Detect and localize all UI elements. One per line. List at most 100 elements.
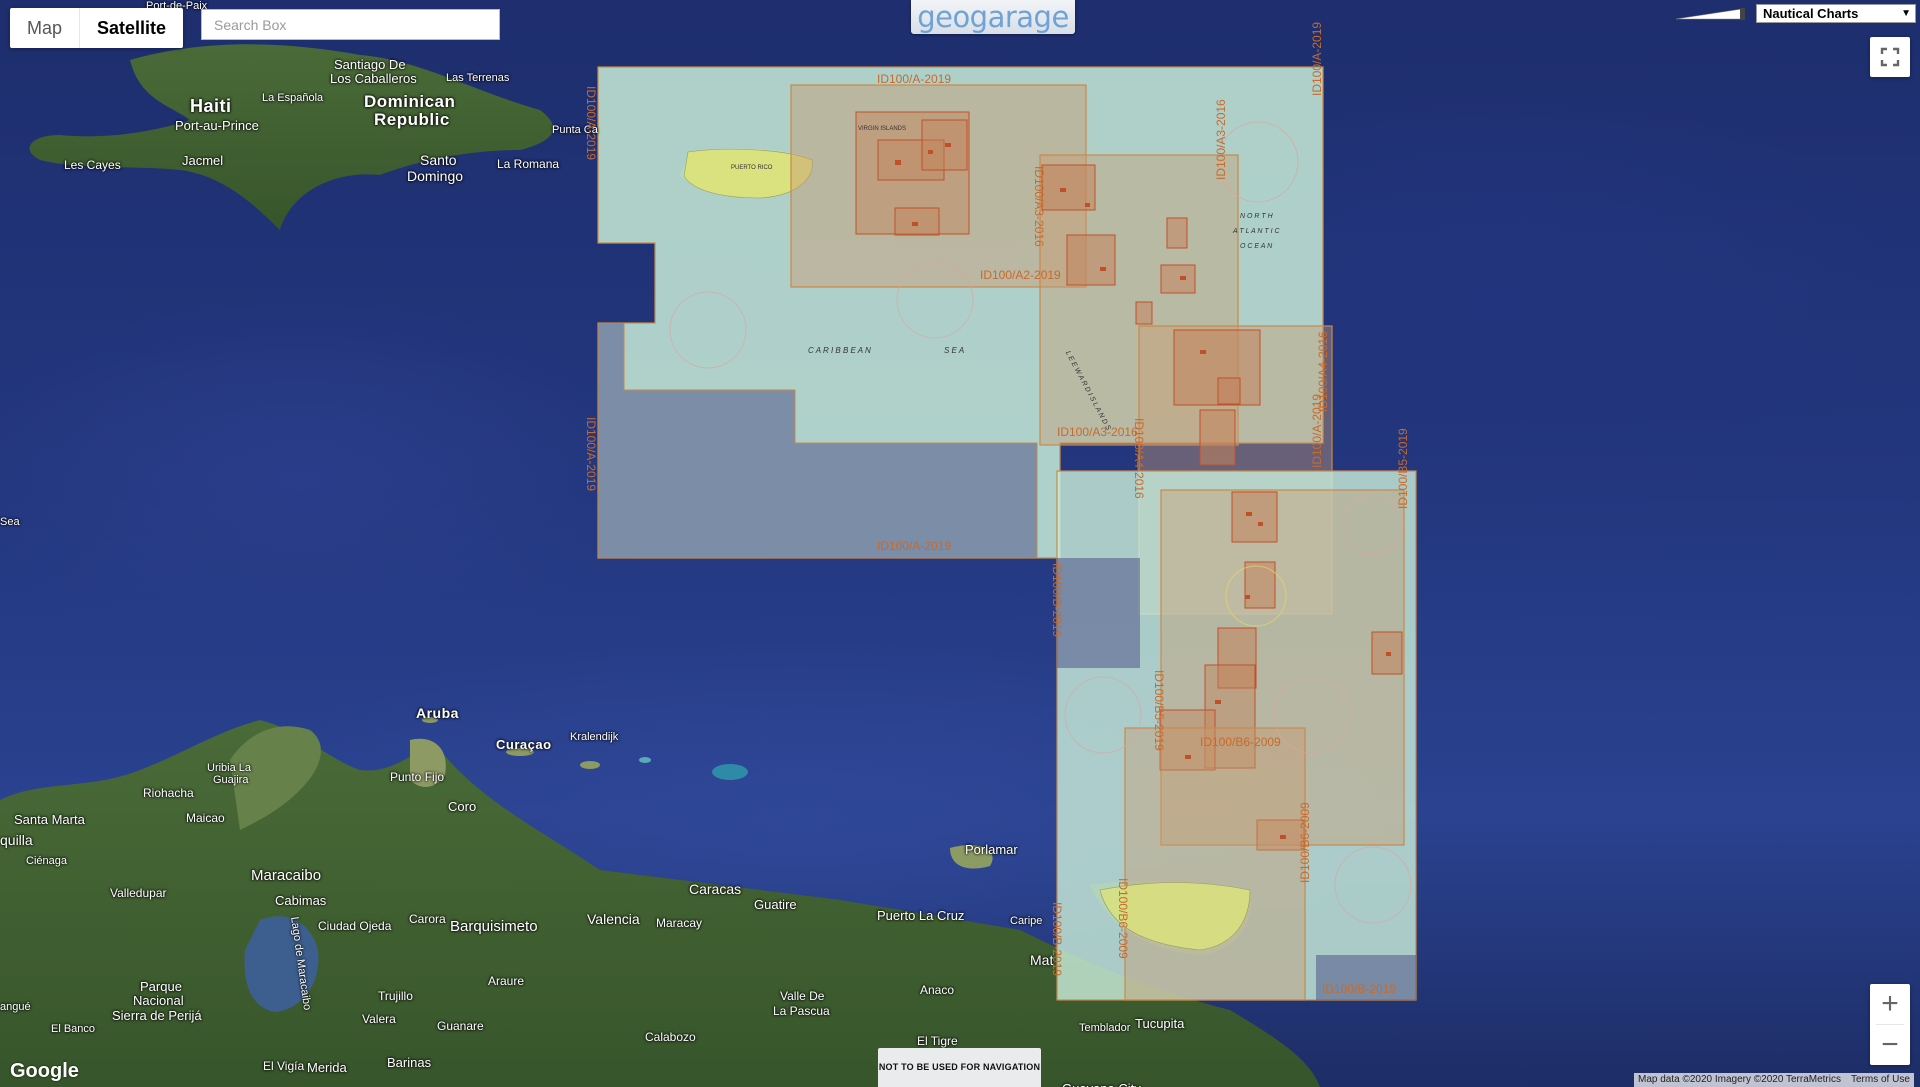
chart-id-label: ID100/A3-2016: [1214, 99, 1228, 180]
place-label: Las Terrenas: [446, 72, 510, 84]
place-label: El Vigía: [263, 1059, 305, 1073]
place-label: Kralendijk: [570, 731, 619, 743]
place-label: Anaco: [920, 983, 955, 997]
place-label: Porlamar: [965, 842, 1018, 857]
chart-id-label: ID100/B6-2009: [1116, 878, 1130, 959]
place-label: quilla: [0, 832, 33, 848]
attribution-data: Map data ©2020 Imagery ©2020 TerraMetric…: [1638, 1074, 1841, 1085]
place-label: Valle De: [780, 989, 825, 1003]
place-label: Riohacha: [143, 786, 194, 800]
place-label: Cabimas: [275, 893, 327, 908]
place-label: Calabozo: [645, 1030, 696, 1044]
place-label: Los Caballeros: [330, 71, 417, 86]
chart-layer-selected: Nautical Charts: [1763, 6, 1859, 21]
chart-text-north: N O R T H: [1240, 213, 1273, 220]
google-logo: Google: [10, 1060, 79, 1082]
chart-id-label: ID100/A-2019: [1310, 393, 1324, 468]
place-label: Trujillo: [378, 989, 413, 1003]
chart-text-puerto-rico: PUERTO RICO: [731, 165, 773, 171]
place-label: Dominican: [364, 92, 456, 111]
place-label: Punto Fijo: [390, 770, 445, 784]
chart-id-label: ID100/A-2019: [1310, 21, 1324, 96]
terms-of-use-link[interactable]: Terms of Use: [1851, 1073, 1910, 1087]
chart-text-virgin: VIRGIN ISLANDS: [858, 126, 907, 132]
place-label: Parque: [140, 979, 182, 994]
place-label: Ciudad Ojeda: [318, 919, 392, 933]
place-label: Caripe: [1010, 915, 1043, 927]
chart-id-label: ID100/B-2019: [1322, 982, 1397, 996]
place-label: Santiago De: [334, 57, 406, 72]
place-label: Coro: [448, 799, 477, 814]
place-label: Temblador: [1079, 1022, 1131, 1034]
place-label: Jacmel: [182, 153, 224, 168]
place-label: Haiti: [190, 96, 232, 116]
place-label: Maracay: [656, 916, 703, 930]
chart-id-label: ID100/A4-2016: [1132, 418, 1146, 499]
place-label: Domingo: [407, 168, 464, 184]
map-canvas[interactable]: Haiti Port-au-Prince Dominican Republic Sant…: [0, 0, 1920, 1087]
navigation-warning: NOT TO BE USED FOR NAVIGATION: [878, 1048, 1041, 1087]
chart-id-label: ID100/A2-2019: [980, 268, 1061, 282]
chart-id-label: ID100/A-2019: [877, 539, 952, 553]
place-label: Ciénaga: [26, 855, 67, 867]
place-label: Araure: [488, 974, 525, 988]
place-label: Sea: [0, 516, 20, 528]
place-label: Barquisimeto: [450, 918, 538, 935]
place-label: Sierra de Perijá: [112, 1008, 202, 1023]
place-label: Caracas: [689, 881, 742, 897]
chart-text-sea: S E A: [944, 346, 965, 355]
place-label: Nacional: [133, 993, 184, 1008]
place-label: Uribia La: [207, 762, 252, 774]
zoom-control: + −: [1870, 984, 1910, 1065]
place-label: Les Cayes: [64, 158, 121, 172]
map-type-control: Map Satellite: [10, 8, 184, 48]
place-label: Valledupar: [110, 886, 167, 900]
place-label: Valera: [362, 1012, 396, 1026]
zoom-in-button[interactable]: +: [1870, 984, 1910, 1024]
place-label: angué: [0, 1001, 31, 1013]
chart-layer-select[interactable]: Nautical Charts ▼: [1756, 4, 1916, 23]
geogarage-logo: geogarage: [911, 0, 1075, 34]
chart-id-label: ID100/B-2019: [1050, 902, 1064, 977]
place-label: Guatire: [754, 897, 797, 912]
chevron-down-icon: ▼: [1901, 8, 1911, 19]
place-label: Puerto La Cruz: [877, 908, 965, 923]
chart-id-label: ID100/B6-2009: [1200, 735, 1281, 749]
place-label: Tucupita: [1135, 1016, 1185, 1031]
fullscreen-icon: [1880, 47, 1900, 67]
chart-id-label: ID100/A-2019: [877, 72, 952, 86]
place-label: Republic: [374, 110, 450, 129]
chart-id-label: ID100/A-2019: [584, 86, 598, 161]
place-label: Aruba: [416, 705, 459, 721]
chart-area-b6: [1124, 727, 1306, 1001]
map-type-satellite-button[interactable]: Satellite: [79, 8, 183, 48]
place-label: Valencia: [587, 911, 640, 927]
search-input[interactable]: [201, 9, 500, 40]
zoom-out-button[interactable]: −: [1870, 1025, 1910, 1065]
place-label: El Tigre: [917, 1034, 958, 1048]
chart-text-atlantic: A T L A N T I C: [1233, 228, 1280, 235]
place-label: Guanare: [437, 1019, 484, 1033]
chart-id-label: ID100/B6-2009: [1298, 802, 1312, 883]
place-label: La Española: [262, 92, 324, 104]
opacity-slider[interactable]: [1676, 7, 1746, 21]
place-label: Santa Marta: [14, 812, 85, 827]
place-label: Port-au-Prince: [175, 118, 259, 133]
place-label: Guayana City: [1062, 1081, 1141, 1087]
place-label: La Romana: [497, 157, 560, 171]
chart-id-label: ID100/A3-2016: [1032, 166, 1046, 247]
chart-id-label: ID100/B-2019: [1050, 563, 1064, 638]
place-label: El Banco: [51, 1023, 96, 1035]
chart-text-ocean: O C E A N: [1240, 243, 1273, 250]
place-label: Barinas: [387, 1055, 432, 1070]
chart-id-label: ID100/A3-2016: [1057, 425, 1138, 439]
chart-area-b-dark: [1057, 558, 1140, 668]
attribution: Map data ©2020 Imagery ©2020 TerraMetric…: [1634, 1073, 1914, 1087]
place-label: Maracaibo: [251, 867, 322, 884]
map-type-map-button[interactable]: Map: [10, 8, 79, 48]
place-label: Maicao: [186, 811, 225, 825]
place-label: Merida: [307, 1060, 347, 1075]
place-label: Carora: [409, 912, 446, 926]
fullscreen-button[interactable]: [1870, 37, 1910, 77]
chart-text-caribbean: C A R I B B E A N: [808, 346, 871, 355]
